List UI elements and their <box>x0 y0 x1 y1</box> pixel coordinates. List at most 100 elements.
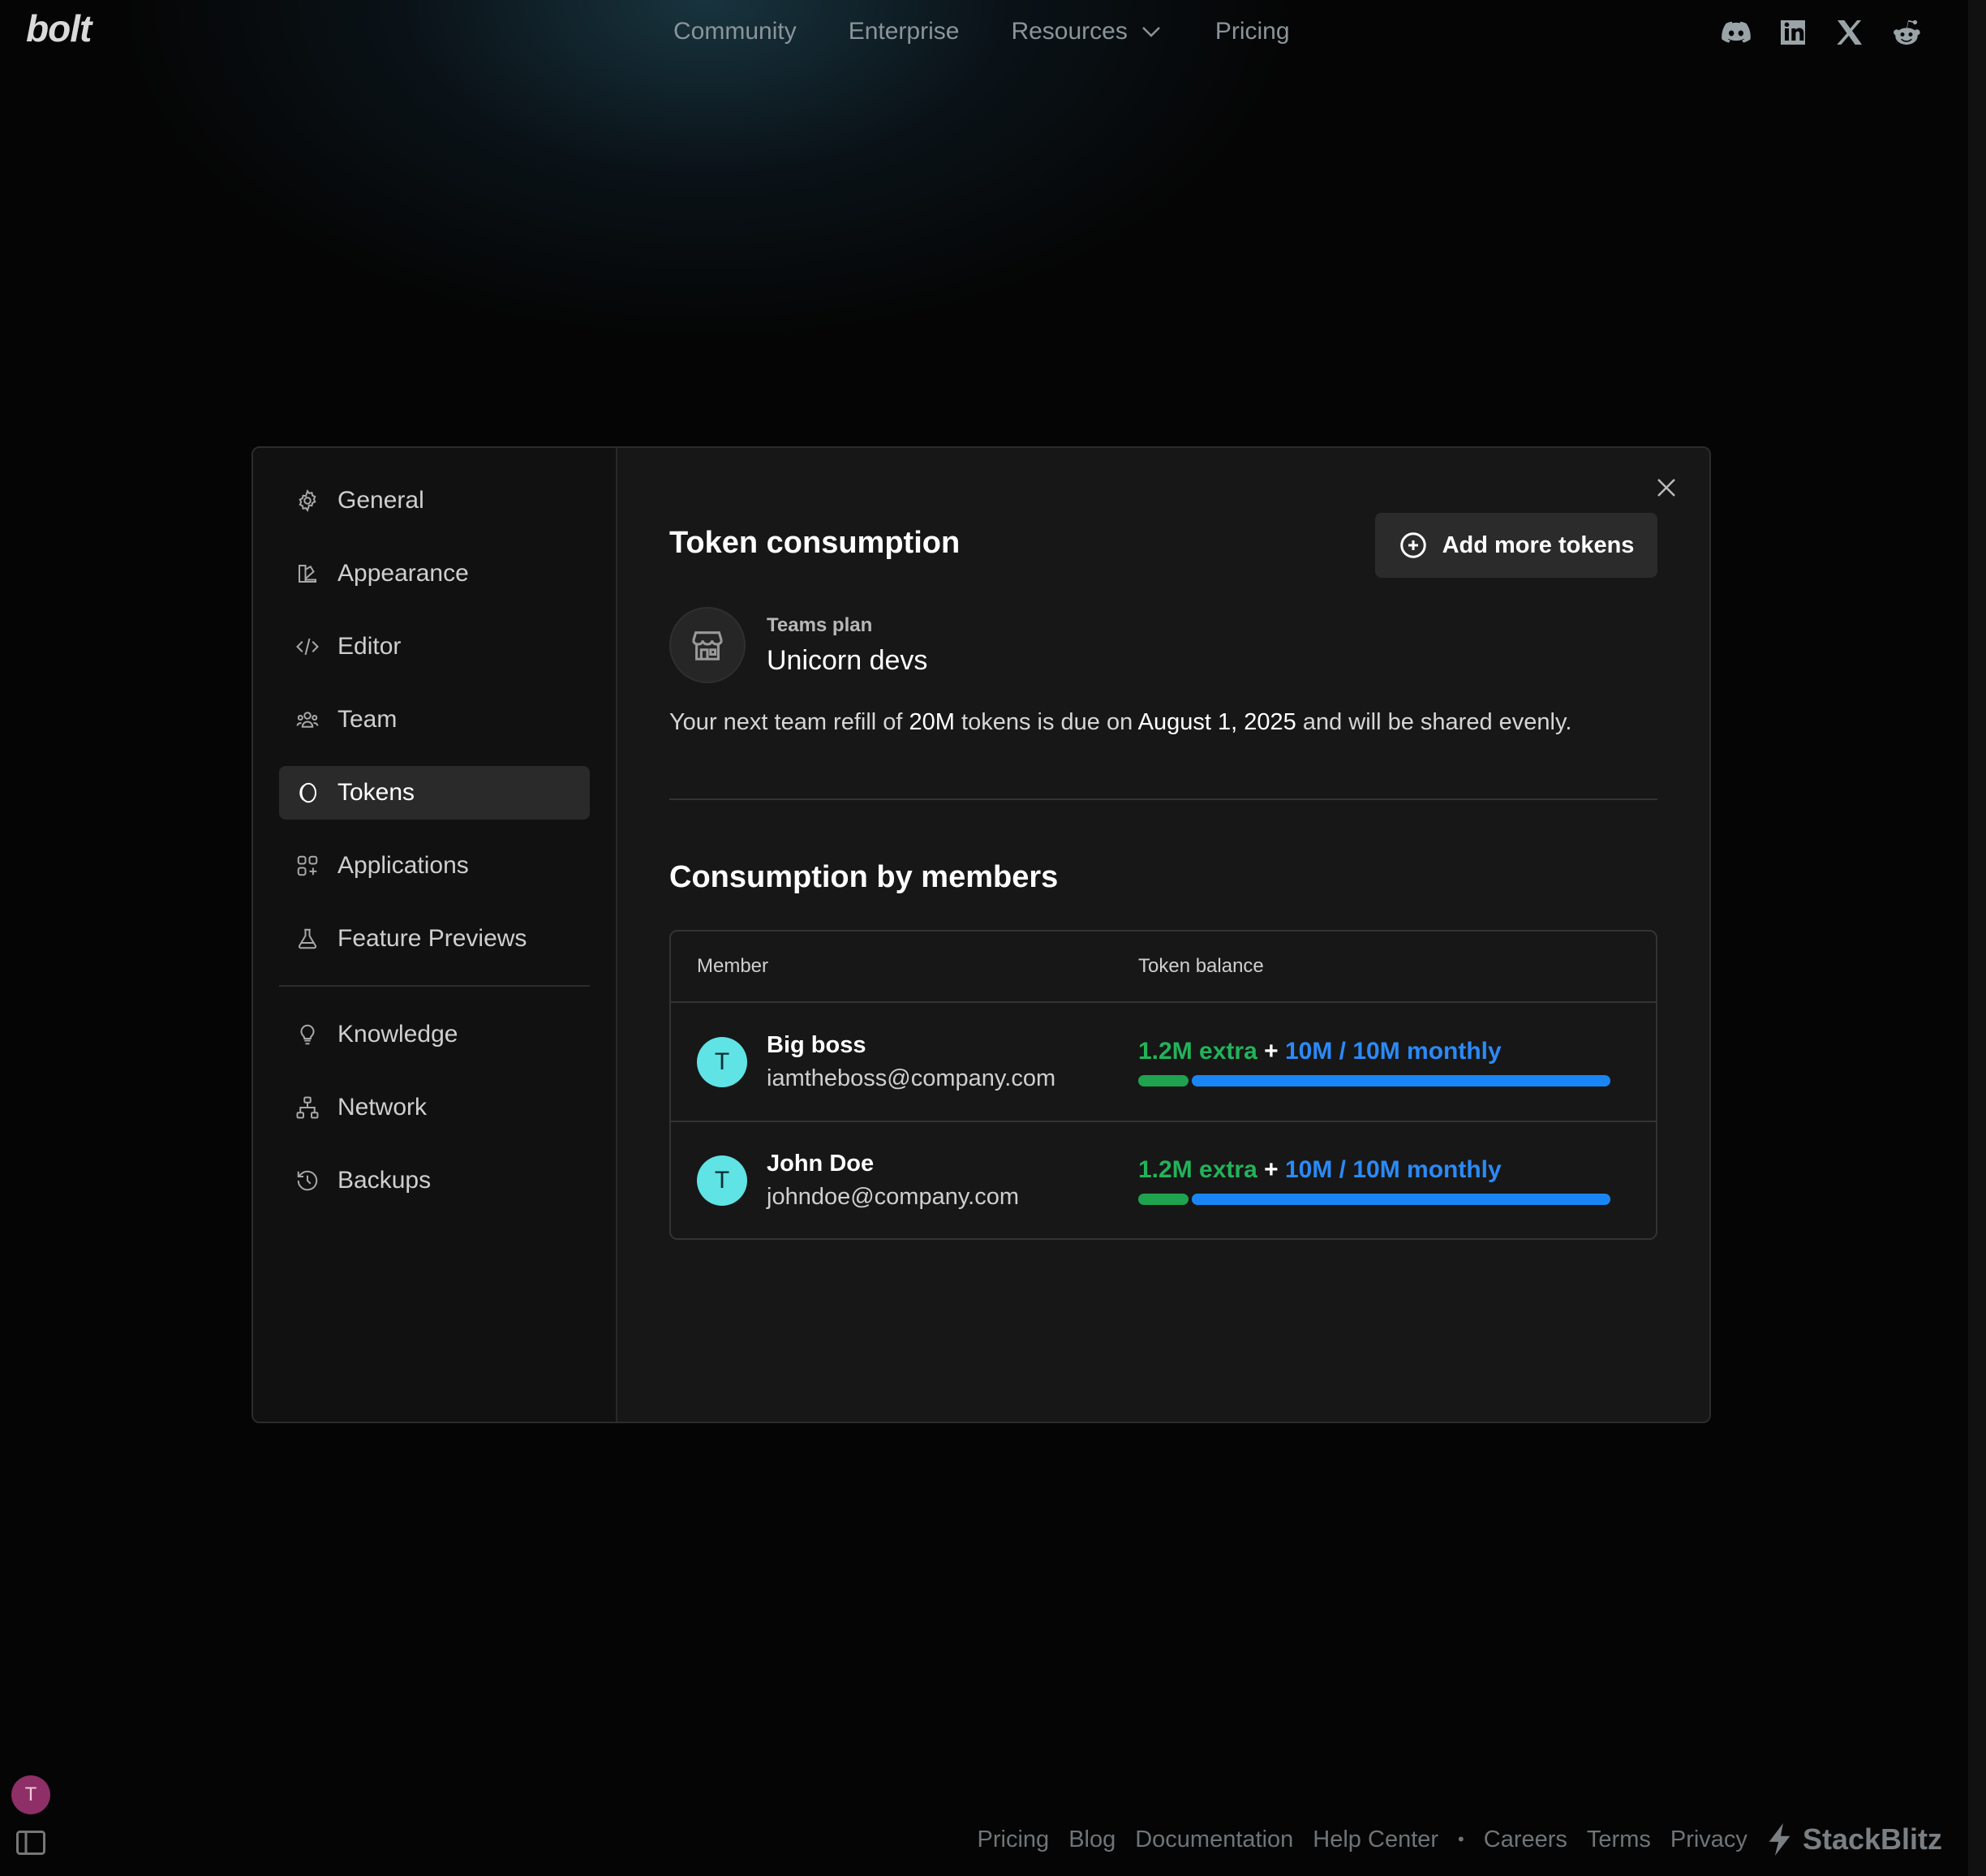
chevron-down-icon <box>1141 27 1160 37</box>
nav-links: Community Enterprise Resources Pricing <box>673 18 1290 45</box>
refill-prefix: Your next team refill of <box>669 709 909 735</box>
settings-modal: General Appearance Editor Team Tokens Ap… <box>251 446 1711 1423</box>
refill-notice: Your next team refill of 20M tokens is d… <box>669 709 1571 736</box>
top-nav: bolt Community Enterprise Resources Pric… <box>0 0 1968 68</box>
sidebar-item-appearance[interactable]: Appearance <box>279 547 590 600</box>
member-cell: T Big boss iamtheboss@company.com <box>671 1032 1138 1092</box>
footer-link-help-center[interactable]: Help Center <box>1313 1827 1438 1853</box>
social-links <box>1720 16 1923 49</box>
stackblitz-brand[interactable]: StackBlitz <box>1767 1822 1942 1857</box>
plus-sign: + <box>1264 1155 1279 1183</box>
balance-text: 1.2M extra + 10M / 10M monthly <box>1138 1156 1630 1184</box>
footer-link-documentation[interactable]: Documentation <box>1135 1827 1293 1853</box>
code-icon <box>296 638 319 656</box>
footer: Pricing Blog Documentation Help Center •… <box>978 1822 1942 1857</box>
footer-separator: • <box>1458 1829 1464 1849</box>
close-button[interactable] <box>1654 475 1679 500</box>
extra-bar-fill <box>1138 1193 1189 1205</box>
gear-icon <box>299 488 316 513</box>
lightbulb-icon <box>300 1024 315 1045</box>
nav-link-label: Enterprise <box>848 18 960 45</box>
sidebar-item-label: Editor <box>337 633 402 660</box>
user-avatar[interactable]: T <box>11 1775 50 1814</box>
table-header: Member Token balance <box>671 932 1656 1003</box>
sidebar-item-label: Applications <box>337 852 469 879</box>
balance-cell: 1.2M extra + 10M / 10M monthly <box>1138 1038 1656 1086</box>
balance-cell: 1.2M extra + 10M / 10M monthly <box>1138 1156 1656 1205</box>
nav-link-community[interactable]: Community <box>673 18 797 45</box>
refill-date: August 1, 2025 <box>1137 709 1296 735</box>
member-name: John Doe <box>767 1150 875 1177</box>
balance-text: 1.2M extra + 10M / 10M monthly <box>1138 1038 1630 1065</box>
sidebar-item-general[interactable]: General <box>279 474 590 527</box>
page-title: Token consumption <box>669 526 961 560</box>
store-icon <box>669 607 746 683</box>
discord-icon[interactable] <box>1720 16 1752 49</box>
sidebar-item-label: Tokens <box>337 779 415 806</box>
monthly-tokens: 10M / 10M monthly <box>1284 1037 1502 1065</box>
monthly-bar-fill <box>1192 1074 1610 1086</box>
sidebar-item-feature-previews[interactable]: Feature Previews <box>279 912 590 966</box>
extra-tokens: 1.2M extra <box>1138 1037 1257 1065</box>
member-name: Big boss <box>767 1031 866 1058</box>
coin-icon <box>299 782 316 803</box>
team-icon <box>296 712 319 728</box>
footer-link-pricing[interactable]: Pricing <box>978 1827 1050 1853</box>
extra-bar-fill <box>1138 1074 1189 1086</box>
apps-icon <box>297 855 318 876</box>
sidebar-item-applications[interactable]: Applications <box>279 839 590 893</box>
column-header-member: Member <box>697 955 769 977</box>
logo[interactable]: bolt <box>26 6 92 50</box>
nav-link-label: Community <box>673 18 797 45</box>
sidebar-item-editor[interactable]: Editor <box>279 620 590 673</box>
add-more-tokens-button[interactable]: Add more tokens <box>1375 513 1657 578</box>
extra-tokens: 1.2M extra <box>1138 1155 1257 1183</box>
monthly-tokens: 10M / 10M monthly <box>1284 1155 1502 1183</box>
sidebar-item-knowledge[interactable]: Knowledge <box>279 1008 590 1061</box>
refill-suffix: and will be shared evenly. <box>1296 709 1572 735</box>
member-cell: T John Doe johndoe@company.com <box>671 1151 1138 1211</box>
plan-text: Teams plan Unicorn devs <box>767 614 927 677</box>
footer-link-blog[interactable]: Blog <box>1068 1827 1116 1853</box>
tokens-panel: Token consumption Add more tokens Teams … <box>617 448 1709 1422</box>
members-table: Member Token balance T Big boss iamthebo… <box>669 930 1657 1240</box>
nav-link-label: Pricing <box>1214 18 1290 45</box>
avatar: T <box>697 1036 747 1087</box>
sidebar-item-label: Network <box>337 1094 428 1121</box>
footer-link-privacy[interactable]: Privacy <box>1670 1827 1747 1853</box>
sidebar-item-backups[interactable]: Backups <box>279 1154 590 1207</box>
table-row: T John Doe johndoe@company.com 1.2M extr… <box>671 1121 1656 1238</box>
x-icon[interactable] <box>1833 16 1866 49</box>
plus-sign: + <box>1264 1037 1279 1065</box>
linkedin-icon[interactable] <box>1777 16 1809 49</box>
column-header-balance: Token balance <box>1138 955 1264 977</box>
nav-link-resources[interactable]: Resources <box>1011 18 1163 45</box>
sidebar-item-label: Backups <box>337 1167 432 1194</box>
nav-link-enterprise[interactable]: Enterprise <box>849 18 960 45</box>
footer-link-terms[interactable]: Terms <box>1587 1827 1651 1853</box>
plan-info: Teams plan Unicorn devs <box>669 607 927 683</box>
footer-link-careers[interactable]: Careers <box>1484 1827 1567 1853</box>
scrollbar[interactable] <box>1968 0 1986 1876</box>
sidebar-item-tokens[interactable]: Tokens <box>279 766 590 820</box>
close-icon <box>1657 479 1675 497</box>
nav-link-label: Resources <box>1011 18 1128 45</box>
sidebar-item-label: Team <box>337 706 398 733</box>
plus-circle-icon <box>1399 532 1426 558</box>
sidebar-item-network[interactable]: Network <box>279 1081 590 1134</box>
sidebar-toggle-button[interactable] <box>16 1831 45 1855</box>
nav-link-pricing[interactable]: Pricing <box>1215 18 1290 45</box>
plan-label: Teams plan <box>767 613 873 636</box>
members-title: Consumption by members <box>669 860 1059 894</box>
plan-name: Unicorn devs <box>767 644 928 676</box>
sidebar-item-team[interactable]: Team <box>279 693 590 747</box>
stackblitz-label: StackBlitz <box>1802 1822 1942 1856</box>
monthly-bar-fill <box>1192 1193 1610 1205</box>
balance-bar <box>1138 1193 1630 1205</box>
section-divider <box>669 798 1657 800</box>
member-email: iamtheboss@company.com <box>767 1065 1056 1091</box>
lightning-icon <box>1769 1823 1790 1856</box>
reddit-icon[interactable] <box>1890 16 1923 49</box>
sidebar-icon <box>16 1831 45 1855</box>
sidebar-item-label: Knowledge <box>337 1021 458 1048</box>
